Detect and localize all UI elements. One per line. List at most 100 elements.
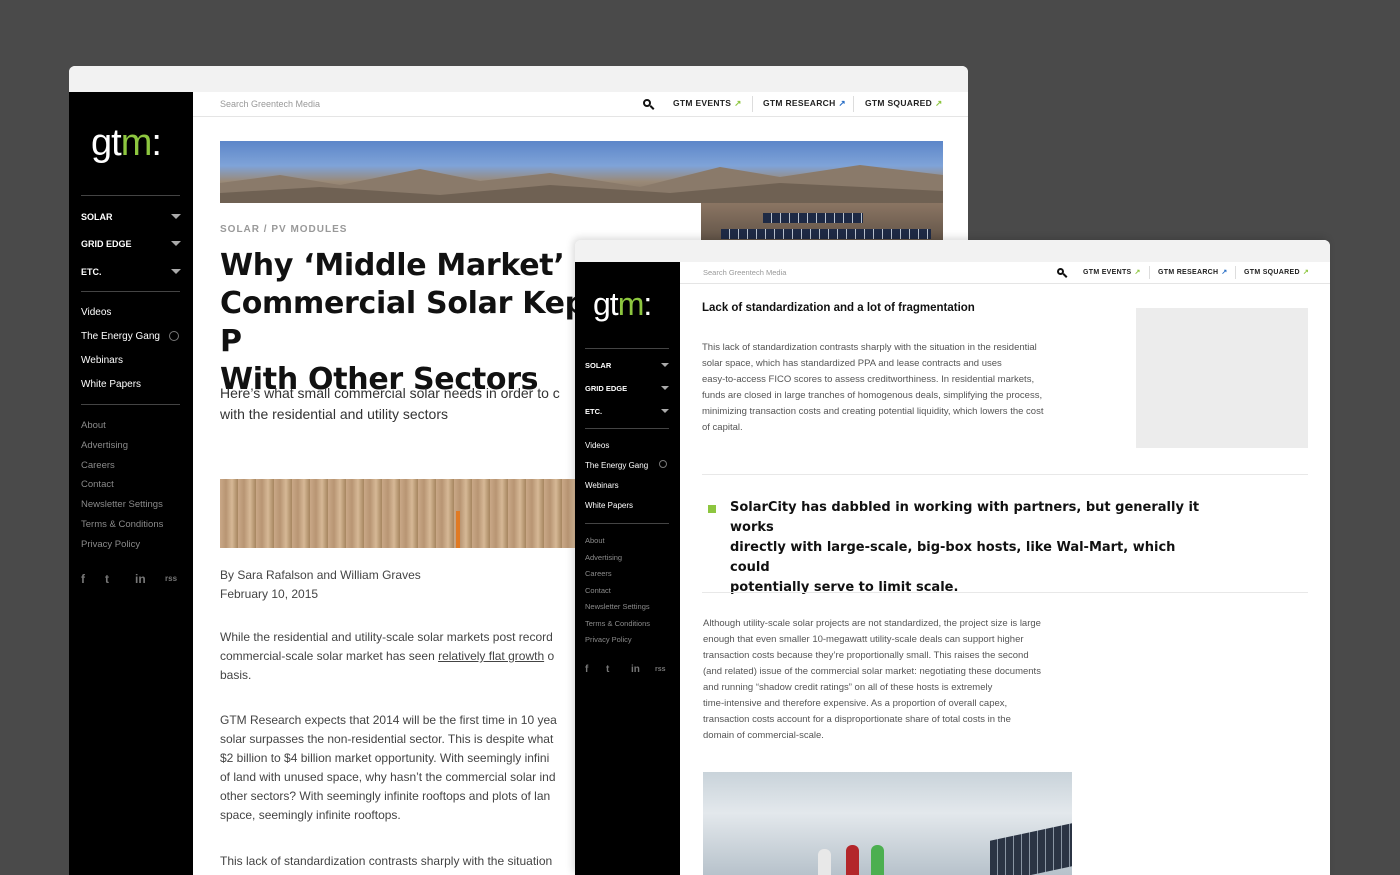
- chevron-down-icon[interactable]: [661, 409, 669, 413]
- paragraph-line: basis.: [220, 668, 252, 682]
- sidebar-link-white-papers[interactable]: White Papers: [585, 501, 633, 510]
- pull-quote: SolarCity has dabbled in working with pa…: [730, 498, 1210, 598]
- article-paragraph: This lack of standardization contrasts s…: [220, 854, 553, 868]
- divider: [585, 348, 669, 349]
- footer-link-newsletter[interactable]: Newsletter Settings: [81, 499, 163, 510]
- footer-link-careers[interactable]: Careers: [81, 460, 115, 471]
- sidebar: gtm: SOLAR GRID EDGE ETC. Videos The Ene…: [69, 92, 193, 875]
- external-arrow-icon: ↗: [734, 98, 742, 108]
- sidebar-cat-solar[interactable]: SOLAR: [81, 212, 113, 222]
- divider: [81, 404, 180, 405]
- search-input[interactable]: Search Greentech Media: [703, 268, 786, 277]
- paragraph-line: $2 billion to $4 billion market opportun…: [220, 751, 550, 765]
- footer-link-about[interactable]: About: [585, 536, 605, 545]
- nav-gtm-events[interactable]: GTM EVENTS ↗: [673, 98, 742, 109]
- divider: [853, 96, 854, 112]
- sidebar-link-videos[interactable]: Videos: [81, 307, 111, 318]
- article-photo: [703, 772, 1072, 875]
- paragraph-line: other sectors? With seemingly infinite r…: [220, 789, 551, 803]
- sidebar: gtm: SOLAR GRID EDGE ETC. Videos The Ene…: [575, 262, 680, 875]
- browser-chrome: [575, 240, 1330, 262]
- article-window-front: gtm: SOLAR GRID EDGE ETC. Videos The Ene…: [575, 240, 1330, 875]
- sidebar-cat-grid-edge[interactable]: GRID EDGE: [81, 239, 132, 249]
- footer-link-privacy[interactable]: Privacy Policy: [81, 539, 140, 550]
- search-icon[interactable]: [643, 99, 651, 107]
- dek-line: with the residential and utility sectors: [220, 406, 448, 422]
- twitter-icon[interactable]: t: [105, 572, 109, 586]
- sidebar-link-webinars[interactable]: Webinars: [585, 481, 619, 490]
- footer-link-careers[interactable]: Careers: [585, 569, 612, 578]
- paragraph-line: solar space, which has standardized PPA …: [702, 358, 1002, 369]
- rss-icon[interactable]: rss: [165, 574, 177, 583]
- paragraph-line: domain of commercial-scale.: [703, 730, 824, 741]
- nav-gtm-events[interactable]: GTM EVENTS ↗: [1083, 268, 1141, 276]
- twitter-icon[interactable]: t: [606, 664, 609, 675]
- footer-link-contact[interactable]: Contact: [81, 479, 114, 490]
- article-dek: Here’s what small commercial solar needs…: [220, 383, 620, 425]
- mountains-graphic: [220, 165, 943, 203]
- facebook-icon[interactable]: f: [81, 572, 85, 586]
- divider: [81, 291, 180, 292]
- inline-link[interactable]: relatively flat growth: [438, 649, 544, 663]
- article-headline: Why ‘Middle Market’ Commercial Solar Kep…: [220, 247, 620, 399]
- article-paragraph: While the residential and utility-scale …: [220, 628, 580, 685]
- nav-gtm-squared[interactable]: GTM SQUARED ↗: [1244, 268, 1309, 276]
- sidebar-cat-solar[interactable]: SOLAR: [585, 361, 611, 370]
- sidebar-link-energy-gang[interactable]: The Energy Gang: [585, 461, 648, 470]
- external-arrow-icon: ↗: [1134, 269, 1141, 276]
- rss-icon[interactable]: rss: [655, 666, 666, 673]
- linkedin-icon[interactable]: in: [135, 572, 146, 586]
- paragraph-line: solar surpasses the non-residential sect…: [220, 732, 554, 746]
- footer-link-contact[interactable]: Contact: [585, 586, 611, 595]
- divider: [1149, 266, 1150, 279]
- sidebar-link-energy-gang[interactable]: The Energy Gang: [81, 331, 160, 342]
- paragraph-line: of capital.: [702, 422, 743, 433]
- podcast-icon: [659, 460, 667, 468]
- facebook-icon[interactable]: f: [585, 664, 588, 675]
- footer-link-terms[interactable]: Terms & Conditions: [585, 619, 650, 628]
- hero-image-panels: [701, 203, 943, 243]
- nav-gtm-research[interactable]: GTM RESEARCH ↗: [763, 98, 846, 109]
- bullet-square-icon: [708, 505, 716, 513]
- external-arrow-icon: ↗: [1221, 269, 1228, 276]
- section-heading: Lack of standardization and a lot of fra…: [702, 302, 975, 314]
- sidebar-cat-etc[interactable]: ETC.: [81, 267, 102, 277]
- sidebar-link-videos[interactable]: Videos: [585, 441, 609, 450]
- divider: [702, 592, 1308, 593]
- sidebar-cat-etc[interactable]: ETC.: [585, 407, 602, 416]
- paragraph-line: funds are closed in large tranches of ho…: [702, 390, 1043, 401]
- sidebar-cat-grid-edge[interactable]: GRID EDGE: [585, 384, 627, 393]
- sidebar-link-white-papers[interactable]: White Papers: [81, 379, 141, 390]
- external-arrow-icon: ↗: [838, 98, 846, 108]
- paragraph-line: GTM Research expects that 2014 will be t…: [220, 713, 557, 727]
- chevron-down-icon[interactable]: [171, 241, 181, 246]
- footer-link-newsletter[interactable]: Newsletter Settings: [585, 602, 650, 611]
- divider: [585, 428, 669, 429]
- nav-gtm-research[interactable]: GTM RESEARCH ↗: [1158, 268, 1228, 276]
- chevron-down-icon[interactable]: [661, 363, 669, 367]
- article-paragraph: Although utility-scale solar projects ar…: [703, 616, 1103, 744]
- paragraph-line: time-intensive and therefore expensive. …: [703, 698, 1008, 709]
- person-graphic: [818, 849, 831, 875]
- footer-link-privacy[interactable]: Privacy Policy: [585, 635, 632, 644]
- footer-link-terms[interactable]: Terms & Conditions: [81, 519, 163, 530]
- paragraph-line: of land with unused space, why hasn’t th…: [220, 770, 556, 784]
- search-input[interactable]: Search Greentech Media: [220, 99, 320, 109]
- sidebar-link-webinars[interactable]: Webinars: [81, 355, 123, 366]
- footer-link-advertising[interactable]: Advertising: [585, 553, 622, 562]
- chevron-down-icon[interactable]: [171, 269, 181, 274]
- search-icon[interactable]: [1057, 268, 1064, 275]
- chevron-down-icon[interactable]: [171, 214, 181, 219]
- nav-gtm-squared[interactable]: GTM SQUARED ↗: [865, 98, 943, 109]
- footer-link-about[interactable]: About: [81, 420, 106, 431]
- gtm-logo[interactable]: gtm:: [91, 122, 162, 165]
- external-arrow-icon: ↗: [935, 98, 943, 108]
- footer-link-advertising[interactable]: Advertising: [81, 440, 128, 451]
- linkedin-icon[interactable]: in: [631, 664, 640, 675]
- podcast-icon: [169, 331, 179, 341]
- article-paragraph: GTM Research expects that 2014 will be t…: [220, 711, 580, 825]
- article-kicker[interactable]: SOLAR / PV MODULES: [220, 224, 347, 235]
- chevron-down-icon[interactable]: [661, 386, 669, 390]
- gtm-logo[interactable]: gtm:: [593, 286, 652, 323]
- publish-date: February 10, 2015: [220, 587, 319, 601]
